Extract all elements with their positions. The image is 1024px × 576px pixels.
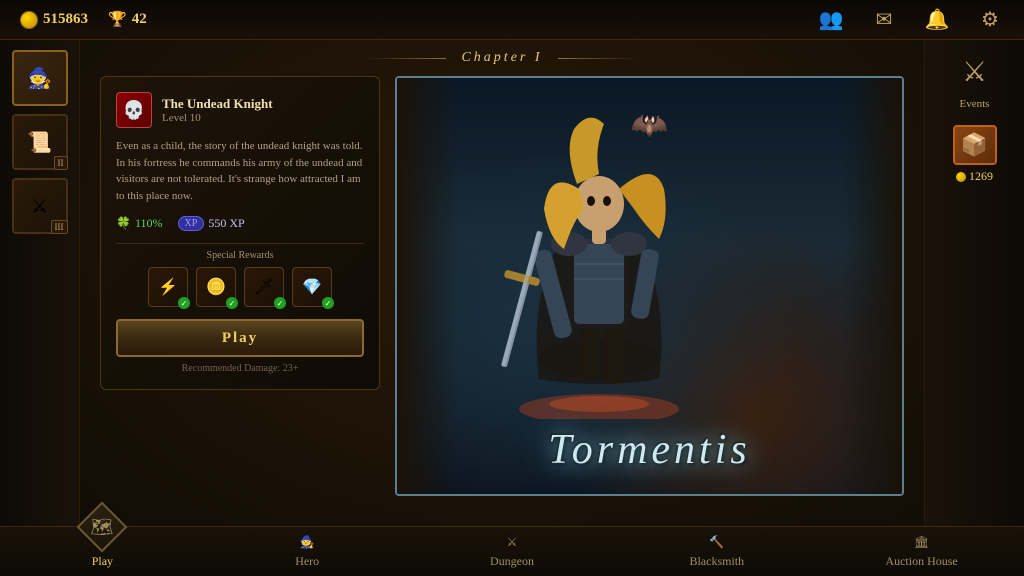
reward-xp-icon: ⚡: [158, 277, 178, 297]
quest-title: The Undead Knight: [162, 96, 273, 112]
reward-slot-3[interactable]: 🗡 ✓: [244, 267, 284, 307]
chest-coin-dot: [956, 172, 966, 182]
sidebar-chapter-icon: 📜: [27, 130, 52, 155]
reward-gem-icon: 💎: [302, 277, 322, 297]
bottom-nav: 🗺 Play 🧙 Hero ⚔ Dungeon 🔨 Blacksmith 🏛 A…: [0, 526, 1024, 576]
mail-icon[interactable]: ✉: [870, 8, 898, 32]
nav-item-auction[interactable]: 🏛 Auction House: [819, 527, 1024, 576]
reward-check-4: ✓: [322, 297, 334, 309]
chest-icon: 📦: [953, 125, 997, 165]
reward-check-2: ✓: [226, 297, 238, 309]
nav-label-play: Play: [92, 554, 113, 569]
chapter-title: Chapter I: [461, 50, 542, 66]
chest-coins: 1269: [956, 169, 993, 184]
trophy-currency: 🏆 42: [108, 10, 147, 29]
reward-sword-icon: 🗡: [254, 277, 274, 297]
character-svg: [489, 79, 709, 419]
special-rewards-title: Special Rewards: [116, 243, 364, 261]
nav-dungeon-icon: ⚔: [507, 535, 518, 550]
reward-slot-4[interactable]: 💎 ✓: [292, 267, 332, 307]
game-image-container: 🦇: [395, 76, 904, 496]
events-sword-icon: ⚔: [953, 50, 997, 94]
chest-item[interactable]: 📦 1269: [953, 125, 997, 184]
quest-skull-icon: 💀: [123, 100, 145, 121]
quest-header: 💀 The Undead Knight Level 10: [116, 92, 364, 128]
nav-item-blacksmith[interactable]: 🔨 Blacksmith: [614, 527, 819, 576]
sidebar-slot-2[interactable]: 📜 II: [12, 114, 68, 170]
reward-slot-2[interactable]: 🪙 ✓: [196, 267, 236, 307]
info-panel: 💀 The Undead Knight Level 10 Even as a c…: [100, 76, 380, 390]
rewards-row: ⚡ ✓ 🪙 ✓ 🗡 ✓ 💎 ✓: [116, 267, 364, 307]
left-sidebar: 🧙 📜 II ⚔ III: [0, 40, 80, 526]
nav-label-hero: Hero: [295, 554, 319, 569]
reward-check-1: ✓: [178, 297, 190, 309]
chapter-badge-3: III: [51, 220, 68, 234]
gold-currency: 515863: [20, 11, 88, 29]
game-title: Tormentis: [397, 426, 902, 474]
nav-item-hero[interactable]: 🧙 Hero: [205, 527, 410, 576]
sidebar-slot-3[interactable]: ⚔ III: [12, 178, 68, 234]
chapter-title-container: Chapter I: [366, 50, 637, 66]
xp-value: 550 XP: [208, 216, 244, 231]
chest-coins-amount: 1269: [969, 169, 993, 184]
nav-item-play[interactable]: 🗺 Play: [0, 527, 205, 576]
play-button[interactable]: Play: [116, 319, 364, 357]
sidebar-slot-1[interactable]: 🧙: [12, 50, 68, 106]
recommended-damage: Recommended Damage: 23+: [116, 363, 364, 374]
character-area: [489, 79, 709, 424]
settings-icon[interactable]: ⚙: [976, 8, 1004, 32]
luck-value: 110%: [135, 216, 163, 231]
right-sidebar: ⚔ Events 📦 1269: [924, 40, 1024, 526]
players-icon[interactable]: 👥: [817, 8, 845, 32]
nav-auction-icon: 🏛: [914, 535, 929, 550]
top-bar: 515863 🏆 42 👥 ✉ 🔔 ⚙: [0, 0, 1024, 40]
chapter-badge: II: [54, 156, 68, 170]
events-item[interactable]: ⚔ Events: [953, 50, 997, 110]
coin-icon: [20, 11, 38, 29]
reward-slot-1[interactable]: ⚡ ✓: [148, 267, 188, 307]
nav-item-dungeon[interactable]: ⚔ Dungeon: [410, 527, 615, 576]
quest-description: Even as a child, the story of the undead…: [116, 138, 364, 204]
xp-badge: XP: [178, 216, 205, 231]
top-bar-right: 👥 ✉ 🔔 ⚙: [817, 8, 1004, 32]
sidebar-sword-icon: ⚔: [31, 194, 49, 219]
events-label: Events: [960, 98, 990, 110]
nav-label-dungeon: Dungeon: [490, 554, 534, 569]
content-row: 💀 The Undead Knight Level 10 Even as a c…: [100, 76, 904, 496]
bell-icon[interactable]: 🔔: [923, 8, 951, 32]
trophy-amount: 42: [132, 11, 147, 28]
quest-title-area: The Undead Knight Level 10: [162, 96, 273, 124]
chapter-line-right: [558, 58, 638, 59]
luck-stat: 🍀 110%: [116, 216, 163, 231]
quest-icon-box: 💀: [116, 92, 152, 128]
sidebar-hero-icon: 🧙: [27, 66, 52, 91]
nav-play-diamond-inner: 🗺: [91, 516, 114, 537]
top-bar-left: 515863 🏆 42: [20, 10, 147, 29]
reward-coin-icon: 🪙: [206, 277, 226, 297]
nav-blacksmith-icon: 🔨: [709, 535, 724, 550]
quest-level: Level 10: [162, 112, 273, 124]
trophy-icon: 🏆: [108, 10, 127, 29]
nav-hero-icon: 🧙: [300, 535, 315, 550]
stats-row: 🍀 110% XP 550 XP: [116, 216, 364, 231]
nav-label-blacksmith: Blacksmith: [689, 554, 744, 569]
nav-label-auction: Auction House: [885, 554, 957, 569]
gold-amount: 515863: [43, 11, 88, 28]
xp-stat: XP 550 XP: [178, 216, 245, 231]
clover-icon: 🍀: [116, 216, 131, 231]
main-content: Chapter I 💀 The Undead Knight Level 10 E…: [80, 40, 924, 526]
reward-check-3: ✓: [274, 297, 286, 309]
chapter-line-left: [366, 58, 446, 59]
